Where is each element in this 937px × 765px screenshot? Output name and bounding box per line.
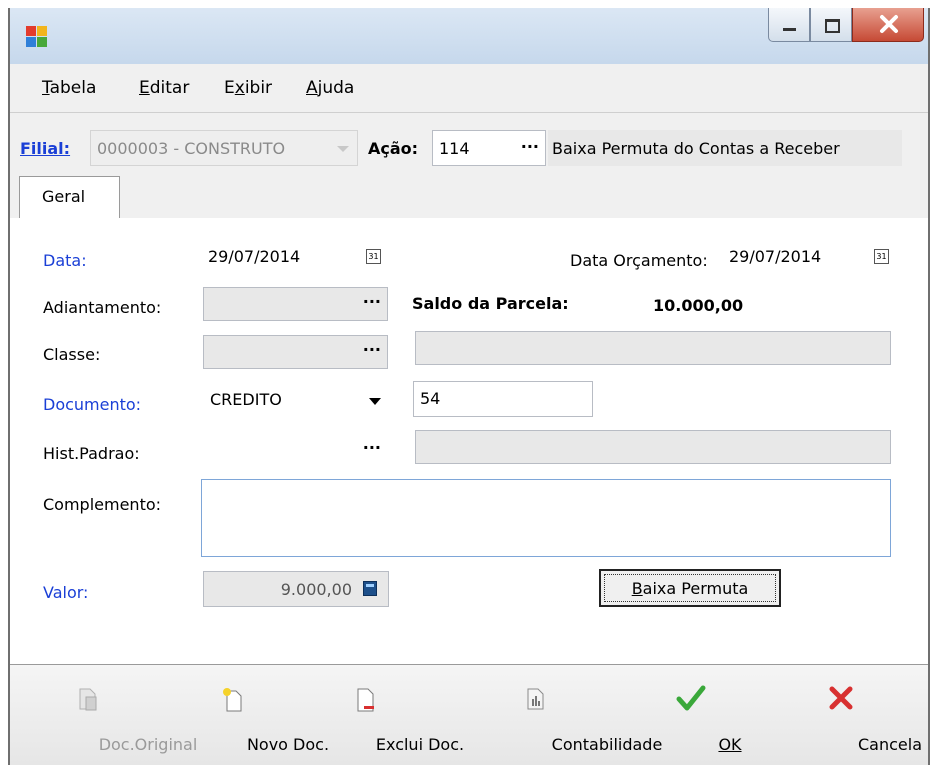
tab-strip: Geral bbox=[10, 176, 928, 219]
data-field[interactable]: 29/07/2014 31 bbox=[201, 238, 390, 274]
close-button[interactable] bbox=[852, 8, 924, 42]
header-row: Filial: 0000003 - CONSTRUTO Ação: 114 ··… bbox=[10, 113, 928, 177]
acao-description: Baixa Permuta do Contas a Receber bbox=[548, 130, 902, 166]
minimize-button[interactable] bbox=[768, 8, 810, 42]
doc-original-button[interactable]: Doc.Original bbox=[28, 665, 197, 765]
saldo-label: Saldo da Parcela: bbox=[412, 294, 569, 313]
delete-doc-icon bbox=[357, 688, 374, 712]
adiantamento-field[interactable]: ··· bbox=[203, 287, 388, 321]
baixa-permuta-button[interactable]: Baixa Permuta bbox=[599, 569, 781, 607]
acao-lookup-button[interactable]: ··· bbox=[521, 137, 539, 156]
menu-tabela[interactable]: Tabela bbox=[42, 78, 96, 98]
classe-lookup-button[interactable]: ··· bbox=[363, 340, 381, 359]
ok-button[interactable]: OK bbox=[650, 665, 742, 765]
title-bar bbox=[10, 8, 928, 64]
geral-panel: Data: 29/07/2014 31 Data Orçamento: 29/0… bbox=[10, 218, 928, 665]
complemento-label: Complemento: bbox=[43, 495, 162, 514]
acao-label: Ação: bbox=[368, 139, 419, 158]
classe-field[interactable]: ··· bbox=[203, 335, 388, 369]
hist-padrao-label: Hist.Padrao: bbox=[43, 444, 140, 463]
cancela-button[interactable]: Cancela bbox=[790, 665, 922, 765]
documento-number-field[interactable]: 54 bbox=[413, 381, 593, 417]
app-icon bbox=[26, 26, 48, 48]
chevron-down-icon bbox=[337, 146, 349, 152]
new-doc-icon bbox=[223, 688, 242, 712]
adiantamento-lookup-button[interactable]: ··· bbox=[363, 292, 381, 311]
classe-label: Classe: bbox=[43, 345, 101, 364]
data-orcamento-field[interactable]: 29/07/2014 31 bbox=[722, 238, 892, 274]
exclui-doc-button[interactable]: Exclui Doc. bbox=[310, 665, 464, 765]
app-window: Tabela Editar Exibir Ajuda Filial: 00000… bbox=[8, 8, 930, 765]
data-orcamento-label: Data Orçamento: bbox=[570, 251, 708, 270]
menu-ajuda[interactable]: Ajuda bbox=[306, 78, 354, 98]
menu-editar[interactable]: Editar bbox=[139, 78, 189, 98]
acao-code: 114 bbox=[439, 139, 470, 158]
documento-value: CREDITO bbox=[210, 390, 282, 409]
data-label: Data: bbox=[43, 251, 87, 270]
accounting-icon bbox=[527, 688, 544, 710]
calculator-icon[interactable] bbox=[363, 581, 377, 596]
contabilidade-button[interactable]: Contabilidade bbox=[467, 665, 662, 765]
tab-geral[interactable]: Geral bbox=[19, 176, 120, 218]
close-icon bbox=[880, 15, 898, 33]
hist-padrao-lookup-button[interactable]: ··· bbox=[363, 438, 381, 457]
cancel-icon bbox=[829, 686, 853, 710]
hist-padrao-field[interactable]: ··· bbox=[203, 433, 388, 467]
doc-original-icon bbox=[79, 688, 97, 711]
bottom-toolbar: Doc.Original Novo Doc. Exclui Doc. Conta… bbox=[10, 665, 928, 765]
chevron-down-icon bbox=[369, 398, 381, 405]
adiantamento-label: Adiantamento: bbox=[43, 298, 162, 317]
valor-value: 9.000,00 bbox=[280, 580, 352, 599]
menu-bar: Tabela Editar Exibir Ajuda bbox=[10, 64, 928, 113]
novo-doc-button[interactable]: Novo Doc. bbox=[178, 665, 329, 765]
calendar-icon[interactable]: 31 bbox=[366, 249, 381, 264]
classe-description bbox=[415, 331, 891, 365]
saldo-value: 10.000,00 bbox=[653, 296, 744, 315]
valor-label: Valor: bbox=[43, 583, 89, 602]
check-icon bbox=[676, 685, 706, 711]
hist-padrao-description bbox=[415, 430, 891, 464]
complemento-textarea[interactable] bbox=[201, 479, 891, 557]
documento-select[interactable]: CREDITO bbox=[203, 381, 394, 417]
filial-label: Filial: bbox=[20, 139, 71, 158]
calendar-icon[interactable]: 31 bbox=[874, 249, 889, 264]
maximize-button[interactable] bbox=[810, 8, 852, 42]
filial-value: 0000003 - CONSTRUTO bbox=[97, 139, 286, 158]
documento-label: Documento: bbox=[43, 395, 142, 414]
acao-code-field[interactable]: 114 ··· bbox=[432, 130, 546, 166]
valor-field: 9.000,00 bbox=[203, 571, 389, 607]
menu-exibir[interactable]: Exibir bbox=[224, 78, 272, 98]
filial-select[interactable]: 0000003 - CONSTRUTO bbox=[90, 130, 358, 166]
